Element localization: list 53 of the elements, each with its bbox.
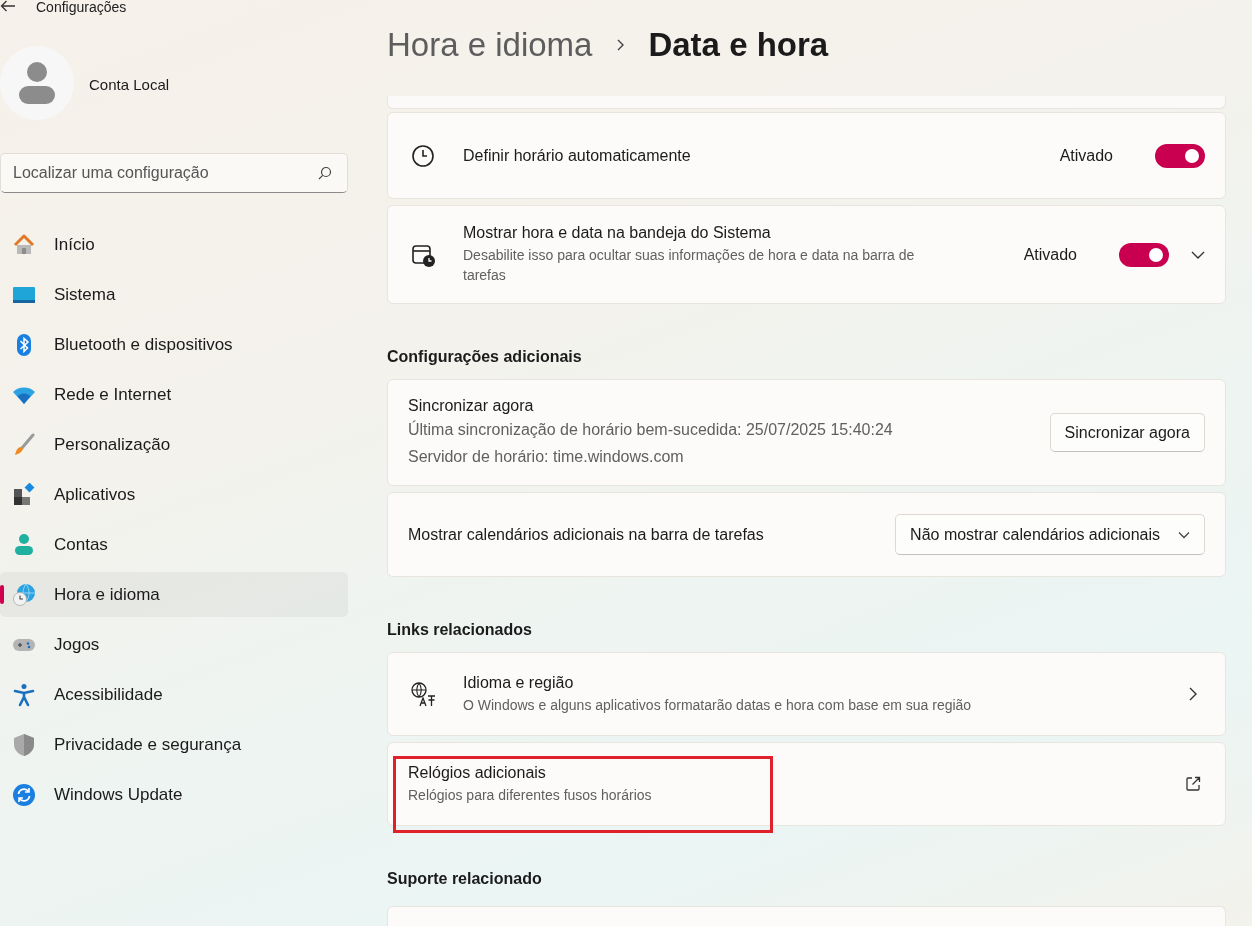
- chevron-down-icon: [1178, 530, 1190, 539]
- sidebar-item[interactable]: Início: [0, 222, 348, 267]
- section-heading: Configurações adicionais: [387, 347, 583, 367]
- apps-icon: [12, 482, 36, 507]
- sidebar-item[interactable]: Bluetooth e dispositivos: [0, 322, 348, 367]
- sync-button[interactable]: Sincronizar agora: [1049, 413, 1205, 452]
- sidebar-item[interactable]: Privacidade e segurança: [0, 722, 348, 767]
- globe-clock-icon: [12, 582, 36, 607]
- status-text: Última sincronização de horário bem-sucedida: 25/07/2025 15:40:24: [408, 419, 894, 440]
- section-heading: Suporte relacionado: [387, 869, 543, 889]
- breadcrumb-link[interactable]: Hora e idioma: [387, 26, 593, 65]
- sidebar-item[interactable]: Jogos: [0, 622, 348, 667]
- search-icon: [318, 166, 332, 180]
- toggle-state-label: Ativado: [1023, 245, 1077, 264]
- sidebar-item[interactable]: Contas: [0, 522, 348, 567]
- language-icon: [410, 681, 436, 707]
- sidebar-item[interactable]: Aplicativos: [0, 472, 348, 517]
- section-heading: Links relacionados: [387, 620, 533, 640]
- clock-icon: [410, 142, 436, 169]
- setting-title: Idioma e região: [463, 673, 575, 692]
- setting-description: Relógios para diferentes fusos horários: [408, 785, 653, 805]
- page-title: Data e hora: [648, 26, 829, 65]
- search-field[interactable]: Localizar uma configuração: [0, 153, 348, 193]
- selection-indicator: [0, 585, 4, 604]
- status-text: Servidor de horário: time.windows.com: [408, 446, 685, 467]
- setting-title: Definir horário automaticamente: [463, 146, 692, 165]
- setting-description: O Windows e alguns aplicativos formatarão datas e hora com base em sua região: [463, 695, 973, 715]
- accessibility-icon: [12, 682, 36, 707]
- sidebar-item[interactable]: Hora e idioma: [0, 572, 348, 617]
- sidebar-item[interactable]: Personalização: [0, 422, 348, 467]
- setting-title: Sincronizar agora: [408, 396, 535, 415]
- setting-description: Desabilite isso para ocultar suas informações de hora e data na barra de tarefas: [463, 246, 916, 285]
- person-icon: [12, 532, 36, 557]
- sidebar-item[interactable]: Acessibilidade: [0, 672, 348, 717]
- paintbrush-icon: [12, 432, 36, 457]
- toggle-switch[interactable]: [1155, 143, 1205, 168]
- house-icon: [12, 232, 36, 257]
- setting-title: Relógios adicionais: [408, 763, 547, 782]
- link-card[interactable]: Relógios adicionais Relógios para diferentes fusos horários: [387, 742, 1226, 826]
- toggle-state-label: Ativado: [1059, 146, 1113, 165]
- window-title: Configurações: [36, 0, 127, 14]
- account-name: Conta Local: [89, 75, 170, 93]
- shield-icon: [12, 732, 36, 757]
- setting-title: Mostrar hora e data na bandeja do Sistema: [463, 224, 772, 242]
- setting-title: Mostrar calendários adicionais na barra de tarefas: [408, 525, 765, 544]
- calendar-dropdown[interactable]: Não mostrar calendários adicionais: [895, 514, 1205, 555]
- link-card[interactable]: Idioma e região O Windows e alguns aplicativos formatarão datas e hora com base em sua região: [387, 652, 1226, 736]
- toggle-switch[interactable]: [1119, 242, 1169, 267]
- sidebar-item[interactable]: Rede e Internet: [0, 372, 348, 417]
- sidebar-item[interactable]: Sistema: [0, 272, 348, 317]
- sidebar-item[interactable]: Windows Update: [0, 772, 348, 817]
- back-arrow-icon[interactable]: [0, 0, 16, 12]
- refresh-icon: [12, 782, 36, 807]
